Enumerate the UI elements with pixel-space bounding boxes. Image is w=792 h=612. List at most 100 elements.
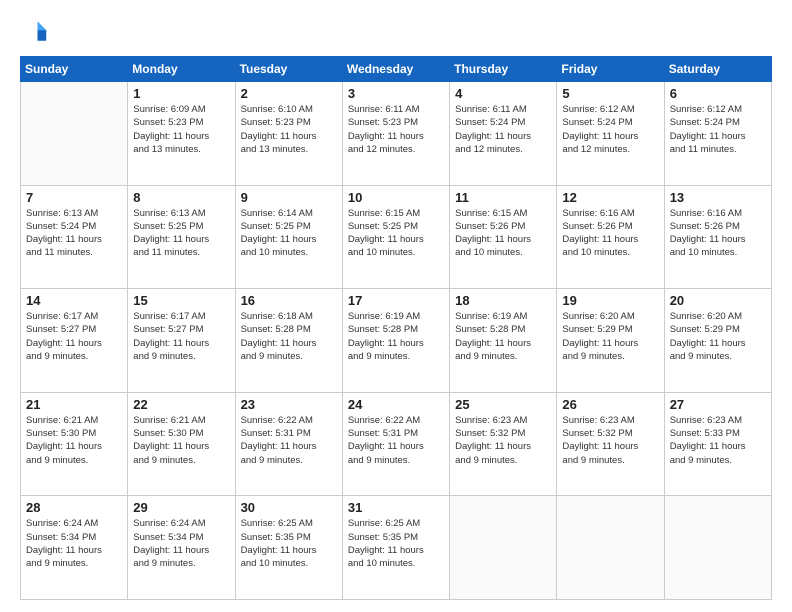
week-row-3: 21 Sunrise: 6:21 AM Sunset: 5:30 PM Dayli… <box>21 392 772 496</box>
day-cell: 20 Sunrise: 6:20 AM Sunset: 5:29 PM Dayli… <box>664 289 771 393</box>
day-info: Sunrise: 6:24 AM Sunset: 5:34 PM Dayligh… <box>133 517 229 570</box>
day-info: Sunrise: 6:23 AM Sunset: 5:32 PM Dayligh… <box>455 414 551 467</box>
day-cell <box>557 496 664 600</box>
day-info: Sunrise: 6:12 AM Sunset: 5:24 PM Dayligh… <box>670 103 766 156</box>
header <box>20 18 772 46</box>
day-cell: 16 Sunrise: 6:18 AM Sunset: 5:28 PM Dayli… <box>235 289 342 393</box>
day-number: 18 <box>455 293 551 308</box>
day-number: 11 <box>455 190 551 205</box>
day-info: Sunrise: 6:15 AM Sunset: 5:25 PM Dayligh… <box>348 207 444 260</box>
day-number: 28 <box>26 500 122 515</box>
day-cell: 19 Sunrise: 6:20 AM Sunset: 5:29 PM Dayli… <box>557 289 664 393</box>
day-cell <box>450 496 557 600</box>
day-info: Sunrise: 6:16 AM Sunset: 5:26 PM Dayligh… <box>562 207 658 260</box>
day-number: 1 <box>133 86 229 101</box>
day-number: 20 <box>670 293 766 308</box>
day-cell: 3 Sunrise: 6:11 AM Sunset: 5:23 PM Daylig… <box>342 82 449 186</box>
day-cell: 4Sunrise: 6:11 AM Sunset: 5:24 PM Daylig… <box>450 82 557 186</box>
day-cell: 30Sunrise: 6:25 AM Sunset: 5:35 PM Dayli… <box>235 496 342 600</box>
day-cell: 5 Sunrise: 6:12 AM Sunset: 5:24 PM Daylig… <box>557 82 664 186</box>
day-info: Sunrise: 6:15 AM Sunset: 5:26 PM Dayligh… <box>455 207 551 260</box>
day-info: Sunrise: 6:18 AM Sunset: 5:28 PM Dayligh… <box>241 310 337 363</box>
day-cell: 28 Sunrise: 6:24 AM Sunset: 5:34 PM Dayli… <box>21 496 128 600</box>
day-cell: 26 Sunrise: 6:23 AM Sunset: 5:32 PM Dayli… <box>557 392 664 496</box>
day-cell: 13 Sunrise: 6:16 AM Sunset: 5:26 PM Dayli… <box>664 185 771 289</box>
day-info: Sunrise: 6:20 AM Sunset: 5:29 PM Dayligh… <box>562 310 658 363</box>
day-info: Sunrise: 6:11 AM Sunset: 5:23 PM Dayligh… <box>348 103 444 156</box>
day-info: Sunrise: 6:24 AM Sunset: 5:34 PM Dayligh… <box>26 517 122 570</box>
week-row-0: 1 Sunrise: 6:09 AM Sunset: 5:23 PM Daylig… <box>21 82 772 186</box>
logo-icon <box>20 18 48 46</box>
weekday-monday: Monday <box>128 57 235 82</box>
page: SundayMondayTuesdayWednesdayThursdayFrid… <box>0 0 792 612</box>
day-number: 22 <box>133 397 229 412</box>
day-number: 7 <box>26 190 122 205</box>
day-number: 26 <box>562 397 658 412</box>
day-cell: 9 Sunrise: 6:14 AM Sunset: 5:25 PM Daylig… <box>235 185 342 289</box>
day-info: Sunrise: 6:10 AM Sunset: 5:23 PM Dayligh… <box>241 103 337 156</box>
day-info: Sunrise: 6:22 AM Sunset: 5:31 PM Dayligh… <box>348 414 444 467</box>
day-cell: 18 Sunrise: 6:19 AM Sunset: 5:28 PM Dayli… <box>450 289 557 393</box>
day-cell <box>664 496 771 600</box>
weekday-thursday: Thursday <box>450 57 557 82</box>
day-cell: 7 Sunrise: 6:13 AM Sunset: 5:24 PM Daylig… <box>21 185 128 289</box>
day-info: Sunrise: 6:09 AM Sunset: 5:23 PM Dayligh… <box>133 103 229 156</box>
day-number: 17 <box>348 293 444 308</box>
day-number: 3 <box>348 86 444 101</box>
weekday-tuesday: Tuesday <box>235 57 342 82</box>
day-info: Sunrise: 6:21 AM Sunset: 5:30 PM Dayligh… <box>133 414 229 467</box>
day-cell: 10 Sunrise: 6:15 AM Sunset: 5:25 PM Dayli… <box>342 185 449 289</box>
day-cell: 12Sunrise: 6:16 AM Sunset: 5:26 PM Dayli… <box>557 185 664 289</box>
day-number: 19 <box>562 293 658 308</box>
day-cell: 17 Sunrise: 6:19 AM Sunset: 5:28 PM Dayli… <box>342 289 449 393</box>
day-cell: 27Sunrise: 6:23 AM Sunset: 5:33 PM Dayli… <box>664 392 771 496</box>
calendar-table: SundayMondayTuesdayWednesdayThursdayFrid… <box>20 56 772 600</box>
day-info: Sunrise: 6:23 AM Sunset: 5:32 PM Dayligh… <box>562 414 658 467</box>
day-number: 13 <box>670 190 766 205</box>
day-cell: 15Sunrise: 6:17 AM Sunset: 5:27 PM Dayli… <box>128 289 235 393</box>
day-cell: 1 Sunrise: 6:09 AM Sunset: 5:23 PM Daylig… <box>128 82 235 186</box>
day-cell: 2 Sunrise: 6:10 AM Sunset: 5:23 PM Daylig… <box>235 82 342 186</box>
week-row-1: 7 Sunrise: 6:13 AM Sunset: 5:24 PM Daylig… <box>21 185 772 289</box>
day-cell: 29 Sunrise: 6:24 AM Sunset: 5:34 PM Dayli… <box>128 496 235 600</box>
day-info: Sunrise: 6:12 AM Sunset: 5:24 PM Dayligh… <box>562 103 658 156</box>
day-number: 2 <box>241 86 337 101</box>
day-cell: 6 Sunrise: 6:12 AM Sunset: 5:24 PM Daylig… <box>664 82 771 186</box>
day-number: 27 <box>670 397 766 412</box>
day-number: 30 <box>241 500 337 515</box>
day-number: 31 <box>348 500 444 515</box>
day-cell: 23Sunrise: 6:22 AM Sunset: 5:31 PM Dayli… <box>235 392 342 496</box>
day-info: Sunrise: 6:14 AM Sunset: 5:25 PM Dayligh… <box>241 207 337 260</box>
day-cell: 21 Sunrise: 6:21 AM Sunset: 5:30 PM Dayli… <box>21 392 128 496</box>
weekday-wednesday: Wednesday <box>342 57 449 82</box>
day-number: 9 <box>241 190 337 205</box>
day-number: 16 <box>241 293 337 308</box>
day-info: Sunrise: 6:13 AM Sunset: 5:24 PM Dayligh… <box>26 207 122 260</box>
day-info: Sunrise: 6:21 AM Sunset: 5:30 PM Dayligh… <box>26 414 122 467</box>
weekday-saturday: Saturday <box>664 57 771 82</box>
day-number: 10 <box>348 190 444 205</box>
day-number: 5 <box>562 86 658 101</box>
day-cell: 24Sunrise: 6:22 AM Sunset: 5:31 PM Dayli… <box>342 392 449 496</box>
day-info: Sunrise: 6:20 AM Sunset: 5:29 PM Dayligh… <box>670 310 766 363</box>
day-cell: 22 Sunrise: 6:21 AM Sunset: 5:30 PM Dayli… <box>128 392 235 496</box>
day-number: 21 <box>26 397 122 412</box>
day-cell: 8 Sunrise: 6:13 AM Sunset: 5:25 PM Daylig… <box>128 185 235 289</box>
weekday-sunday: Sunday <box>21 57 128 82</box>
day-info: Sunrise: 6:25 AM Sunset: 5:35 PM Dayligh… <box>348 517 444 570</box>
day-cell <box>21 82 128 186</box>
day-number: 14 <box>26 293 122 308</box>
day-info: Sunrise: 6:19 AM Sunset: 5:28 PM Dayligh… <box>348 310 444 363</box>
day-info: Sunrise: 6:22 AM Sunset: 5:31 PM Dayligh… <box>241 414 337 467</box>
day-cell: 11 Sunrise: 6:15 AM Sunset: 5:26 PM Dayli… <box>450 185 557 289</box>
day-info: Sunrise: 6:16 AM Sunset: 5:26 PM Dayligh… <box>670 207 766 260</box>
day-info: Sunrise: 6:19 AM Sunset: 5:28 PM Dayligh… <box>455 310 551 363</box>
day-info: Sunrise: 6:17 AM Sunset: 5:27 PM Dayligh… <box>26 310 122 363</box>
weekday-friday: Friday <box>557 57 664 82</box>
day-number: 6 <box>670 86 766 101</box>
day-cell: 25Sunrise: 6:23 AM Sunset: 5:32 PM Dayli… <box>450 392 557 496</box>
day-number: 29 <box>133 500 229 515</box>
day-number: 8 <box>133 190 229 205</box>
day-info: Sunrise: 6:11 AM Sunset: 5:24 PM Dayligh… <box>455 103 551 156</box>
day-info: Sunrise: 6:13 AM Sunset: 5:25 PM Dayligh… <box>133 207 229 260</box>
